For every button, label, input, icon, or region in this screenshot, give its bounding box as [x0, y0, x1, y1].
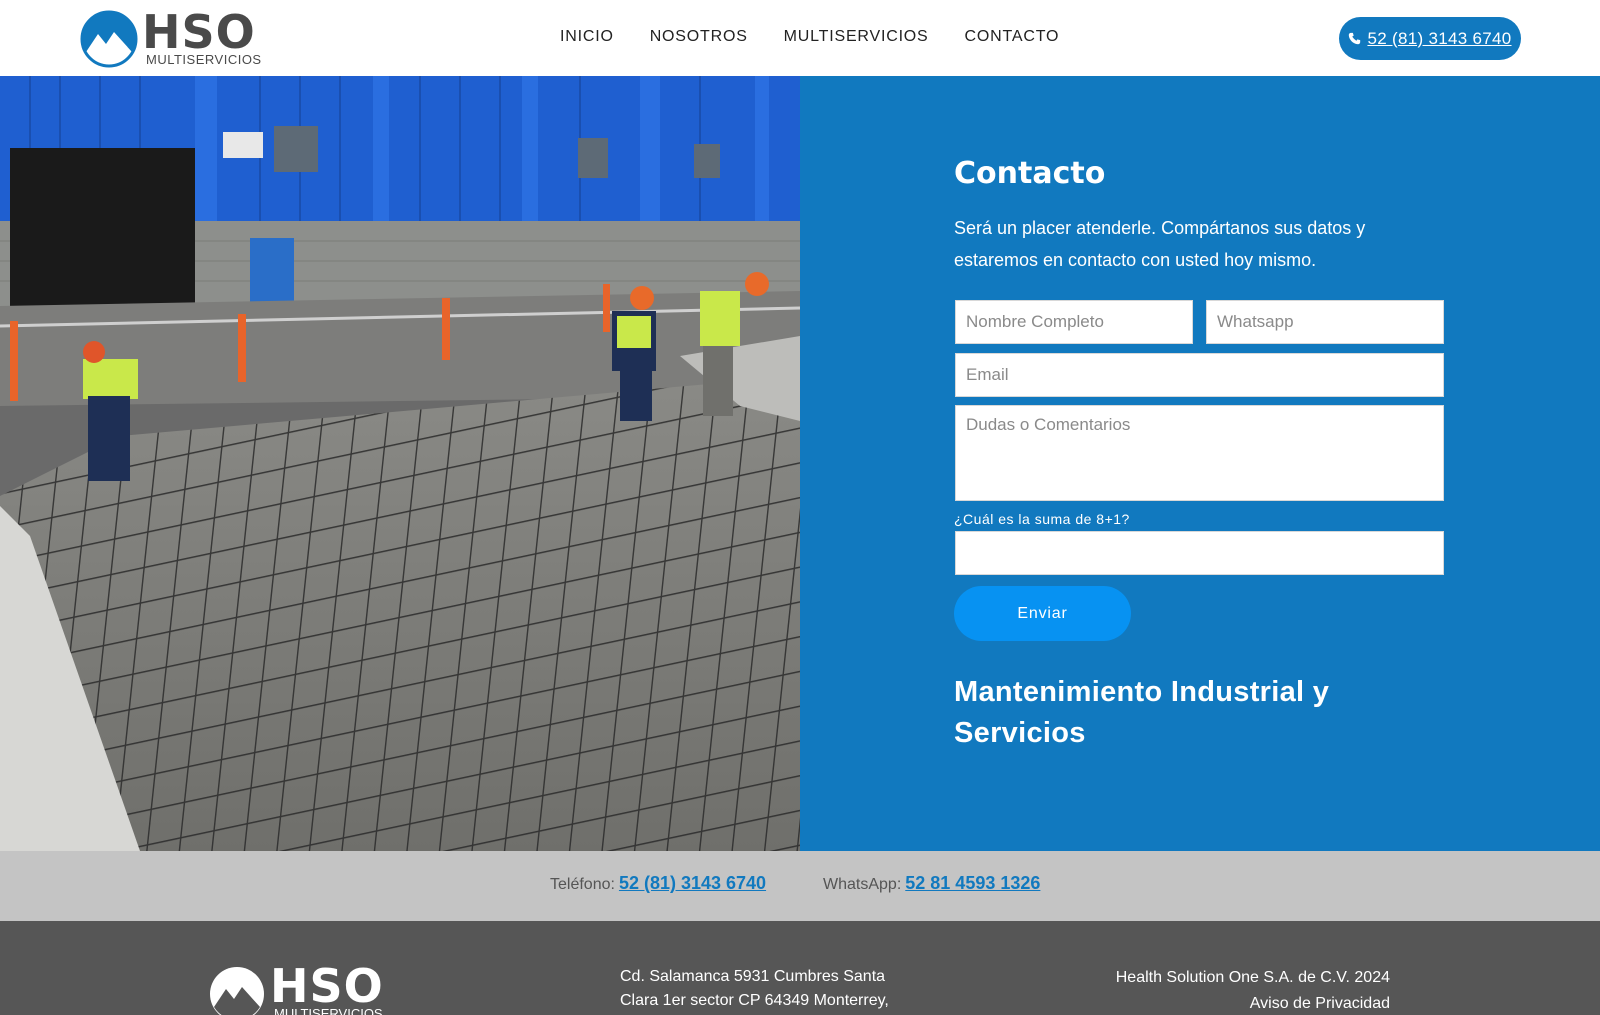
header-phone-label: 52 (81) 3143 6740: [1367, 28, 1512, 48]
construction-site-image: [0, 76, 800, 851]
hero-construction-photo: [0, 76, 800, 851]
site-logo[interactable]: HSO MULTISERVICIOS: [80, 5, 270, 68]
footer-company: Health Solution One S.A. de C.V. 2024: [1115, 969, 1390, 986]
contact-title: Contacto: [954, 156, 1106, 191]
contact-intro: Será un placer atenderle. Compártanos su…: [954, 218, 1366, 270]
captcha-label: ¿Cuál es la suma de 8+1?: [954, 511, 1130, 527]
strip-phone: Teléfono: 52 (81) 3143 6740: [550, 873, 766, 894]
comments-textarea[interactable]: [955, 405, 1444, 501]
captcha-input[interactable]: [955, 531, 1444, 575]
strip-whatsapp-label: WhatsApp:: [823, 876, 902, 893]
services-tagline: Mantenimiento Industrial y Servicios: [954, 676, 1330, 749]
nav-inicio[interactable]: INICIO: [560, 26, 614, 48]
nav-nosotros[interactable]: NOSOTROS: [650, 26, 748, 48]
header-phone-button[interactable]: 52 (81) 3143 6740: [1339, 17, 1521, 60]
strip-phone-label: Teléfono:: [550, 876, 615, 893]
privacy-link[interactable]: Aviso de Privacidad: [1040, 991, 1390, 1015]
nav-contacto[interactable]: CONTACTO: [965, 26, 1060, 48]
strip-whatsapp-link[interactable]: 52 81 4593 1326: [905, 873, 1040, 893]
logo-mountain-icon: [80, 10, 138, 68]
footer-logo[interactable]: HSO MULTISERVICIOS: [208, 959, 408, 1015]
footer-logo-mountain-icon: [210, 967, 264, 1015]
whatsapp-input[interactable]: [1206, 300, 1444, 344]
phone-icon: [1349, 32, 1361, 45]
footer-address: Cd. Salamanca 5931 Cumbres Santa Clara 1…: [620, 968, 889, 1009]
footer-legal: Health Solution One S.A. de C.V. 2024 Av…: [1040, 965, 1390, 1015]
main-nav: INICIO NOSOTROS MULTISERVICIOS CONTACTO: [560, 26, 1095, 48]
nav-multiservicios[interactable]: MULTISERVICIOS: [784, 26, 929, 48]
send-button[interactable]: Enviar: [954, 586, 1131, 641]
name-input[interactable]: [955, 300, 1193, 344]
footer-logo-subtitle: MULTISERVICIOS: [274, 1006, 383, 1015]
strip-phone-link[interactable]: 52 (81) 3143 6740: [619, 873, 766, 893]
site-header: HSO MULTISERVICIOS INICIO NOSOTROS MULTI…: [0, 0, 1600, 76]
strip-whatsapp: WhatsApp: 52 81 4593 1326: [823, 873, 1040, 894]
site-footer: HSO MULTISERVICIOS Cd. Salamanca 5931 Cu…: [0, 921, 1600, 1015]
logo-subtitle: MULTISERVICIOS: [146, 52, 262, 67]
contact-section: Contacto Será un placer atenderle. Compá…: [800, 76, 1600, 851]
contact-strip: Teléfono: 52 (81) 3143 6740 WhatsApp: 52 8…: [0, 851, 1600, 921]
email-input[interactable]: [955, 353, 1444, 397]
